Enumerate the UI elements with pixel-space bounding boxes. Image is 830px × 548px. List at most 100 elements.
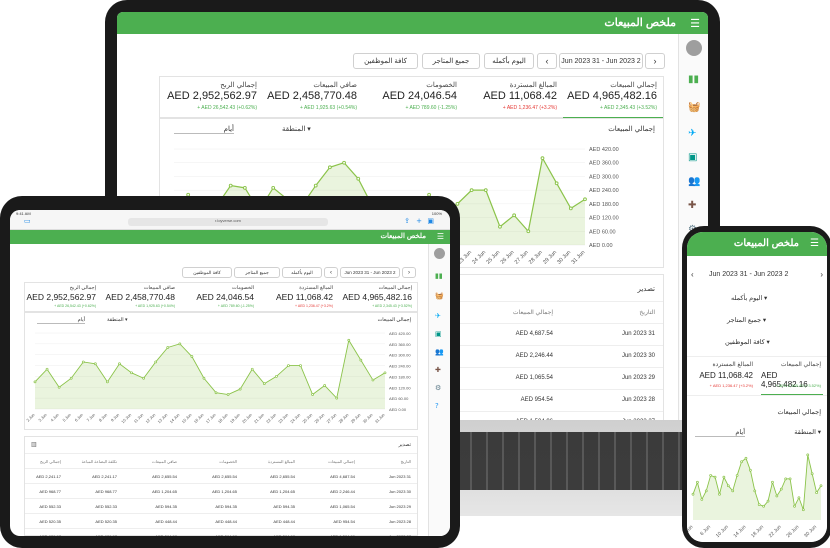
- tablet-next-button[interactable]: ›: [402, 267, 416, 278]
- share-icon[interactable]: ⇪: [404, 217, 410, 225]
- table-row[interactable]: Jun 2023 29 AED 1,065.54 AED 594.35 AED 594…: [25, 498, 417, 513]
- column-header[interactable]: التاريخ: [401, 459, 411, 464]
- prev-range-button[interactable]: ‹: [537, 53, 557, 69]
- tablet-menu-icon[interactable]: ☰: [437, 232, 444, 241]
- phone-menu-icon[interactable]: ☰: [810, 238, 819, 249]
- tablet-store-filter[interactable]: جميع المتاجر: [234, 267, 280, 278]
- url-bar[interactable]: r.loyverse.com: [128, 218, 328, 226]
- tablet-period-select[interactable]: أيام: [37, 317, 85, 324]
- x-tick-label: 19 Jun: [229, 412, 241, 424]
- x-tick-label: 8 Jun: [98, 412, 108, 422]
- tablet-screen: 9:41 AM 100% r.loyverse.com ▭ ▣ + ⇪ ☰ مل…: [10, 210, 450, 536]
- data-point: [311, 393, 314, 396]
- x-tick-label: 17 Jun: [205, 412, 217, 424]
- kpi-discounts[interactable]: الخصومات AED 24,046.54 + AED 789.60 (-1.…: [181, 283, 259, 313]
- y-tick-label: AED 240.00: [389, 364, 411, 369]
- period-select[interactable]: أيام: [174, 125, 234, 134]
- inventory-icon[interactable]: ✈: [688, 128, 696, 139]
- column-header[interactable]: إجمالي المبيعات: [328, 459, 355, 464]
- kpi-gross-sales[interactable]: إجمالي المبيعات AED 4,965,482.16 + AED 2…: [339, 283, 417, 313]
- phone-time-filter[interactable]: اليوم بأكمله ▾: [731, 294, 767, 302]
- account-icon[interactable]: [434, 248, 445, 259]
- tablet-table-title[interactable]: تصدير: [398, 442, 411, 448]
- store-filter[interactable]: جميع المتاجر: [422, 53, 480, 69]
- kpi-gross-sales[interactable]: إجمالي المبيعات AED 4,965,482.16 + AED 2…: [563, 77, 663, 119]
- kpi-refunds[interactable]: المبالغ المستردة AED 11,068.42 + AED 1,2…: [463, 77, 563, 119]
- phone-next-icon[interactable]: ›: [820, 270, 823, 279]
- series-area: [693, 454, 821, 520]
- y-tick-label: AED 120.00: [589, 216, 619, 222]
- column-header[interactable]: الخصومات: [219, 459, 237, 464]
- reports-icon[interactable]: ▮▮: [435, 272, 443, 280]
- tablet-prev-button[interactable]: ‹: [324, 267, 338, 278]
- phone-date-range[interactable]: Jun 2023 31 - Jun 2023 2: [709, 271, 788, 278]
- reports-icon[interactable]: ▮▮: [688, 74, 699, 85]
- menu-icon[interactable]: ☰: [690, 17, 700, 30]
- columns-icon[interactable]: ▥: [31, 441, 37, 448]
- data-point: [299, 364, 302, 367]
- table-row[interactable]: Jun 2023 31 AED 4,687.54 AED 2,655.54 AED 2…: [25, 468, 417, 483]
- data-point: [469, 188, 474, 193]
- customers-icon[interactable]: 👥: [688, 176, 700, 187]
- data-point: [238, 387, 242, 391]
- phone-prev-icon[interactable]: ‹: [691, 270, 694, 279]
- kpi-gross-sales[interactable]: إجمالي المبيعات AED 4,965,482.16 + AED 2…: [761, 357, 823, 395]
- tabs-icon[interactable]: ▣: [427, 217, 434, 225]
- data-point: [797, 496, 801, 500]
- table-row[interactable]: Jun 2023 28 AED 954.54 AED 448.44 AED 448.4…: [25, 513, 417, 528]
- phone-device: ☰ ملخص المبيعات ‹ › Jun 2023 31 - Jun 20…: [682, 226, 830, 548]
- new-tab-icon[interactable]: +: [416, 217, 422, 225]
- table-cell: AED 1,065.54: [515, 375, 553, 381]
- sidebar-toggle-icon[interactable]: ▭: [24, 217, 31, 225]
- table-row[interactable]: Jun 2023 27 AED 1,504.96 AED 564.98 AED 564…: [25, 528, 417, 536]
- tablet-employee-filter[interactable]: كافة الموظفين: [182, 267, 232, 278]
- kpi-gross-profit[interactable]: إجمالي الربح AED 2,952,562.97 + AED 26,5…: [23, 283, 101, 313]
- employee-filter[interactable]: كافة الموظفين: [353, 53, 418, 69]
- kpi-gross-profit[interactable]: إجمالي الربح AED 2,952,562.97 + AED 26,5…: [159, 77, 263, 119]
- phone-group-select[interactable]: المنطقة ▾: [794, 428, 821, 436]
- x-tick-label: 22 Jun: [768, 524, 783, 539]
- employees-icon[interactable]: ▣: [435, 330, 442, 338]
- date-range-picker[interactable]: Jun 2023 31 - Jun 2023 2: [559, 53, 643, 69]
- kpi-discounts[interactable]: الخصومات AED 24,046.54 + AED 789.60 (-1.…: [363, 77, 463, 119]
- table-cell: AED 564.98: [155, 533, 177, 537]
- items-icon[interactable]: 🧺: [688, 102, 700, 113]
- column-header[interactable]: إجمالي الربح: [40, 459, 61, 464]
- kpi-refunds[interactable]: المبالغ المستردة AED 11,068.42 + AED 1,2…: [691, 357, 755, 395]
- inventory-icon[interactable]: ✈: [435, 312, 441, 320]
- table-cell: AED 939.97: [95, 533, 117, 537]
- column-header[interactable]: تكلفة البضاعة المباعة: [82, 459, 117, 464]
- phone-store-filter[interactable]: جميع المتاجر ▾: [727, 316, 766, 324]
- x-tick-label: 25 Jun: [485, 250, 501, 266]
- table-title[interactable]: تصدير: [637, 285, 655, 293]
- data-point: [342, 160, 346, 165]
- tablet-date-range[interactable]: Jun 2023 31 - Jun 2023 2: [340, 267, 400, 278]
- data-point: [766, 499, 770, 503]
- column-header[interactable]: المبالغ المستردة: [268, 459, 295, 464]
- kpi-net-sales[interactable]: صافي المبيعات AED 2,458,770.48 + AED 1,9…: [263, 77, 363, 119]
- kpi-net-sales[interactable]: صافي المبيعات AED 2,458,770.48 + AED 1,9…: [102, 283, 180, 313]
- integrations-icon[interactable]: ✚: [435, 366, 441, 374]
- time-filter[interactable]: اليوم بأكمله: [484, 53, 534, 69]
- kpi-refunds[interactable]: المبالغ المستردة AED 11,068.42 + AED 1,2…: [260, 283, 338, 313]
- group-select[interactable]: المنطقة ▾: [282, 125, 311, 133]
- table-cell: AED 2,655.54: [212, 473, 237, 479]
- phone-employee-filter[interactable]: كافة الموظفين ▾: [725, 338, 770, 346]
- settings-icon[interactable]: ⚙: [435, 384, 441, 392]
- help-icon[interactable]: ?: [435, 402, 439, 410]
- account-icon[interactable]: [686, 40, 702, 56]
- tablet-time-filter[interactable]: اليوم بأكمله: [282, 267, 322, 278]
- integrations-icon[interactable]: ✚: [688, 200, 696, 211]
- column-header[interactable]: التاريخ: [639, 309, 655, 316]
- tablet-chart-card: إجمالي المبيعات المنطقة ▾ أيام AED 420.0…: [24, 312, 418, 430]
- customers-icon[interactable]: 👥: [435, 348, 444, 356]
- tablet-group-select[interactable]: المنطقة ▾: [107, 317, 128, 323]
- table-row[interactable]: Jun 2023 30 AED 2,246.44 AED 1,204.65 AED 1…: [25, 483, 417, 498]
- items-icon[interactable]: 🧺: [435, 292, 444, 300]
- column-header[interactable]: إجمالي المبيعات: [513, 309, 553, 316]
- employees-icon[interactable]: ▣: [688, 152, 697, 163]
- phone-period-select[interactable]: أيام: [695, 428, 745, 437]
- x-tick-label: 4 Jun: [49, 412, 59, 422]
- column-header[interactable]: صافي المبيعات: [152, 459, 177, 464]
- next-range-button[interactable]: ›: [645, 53, 665, 69]
